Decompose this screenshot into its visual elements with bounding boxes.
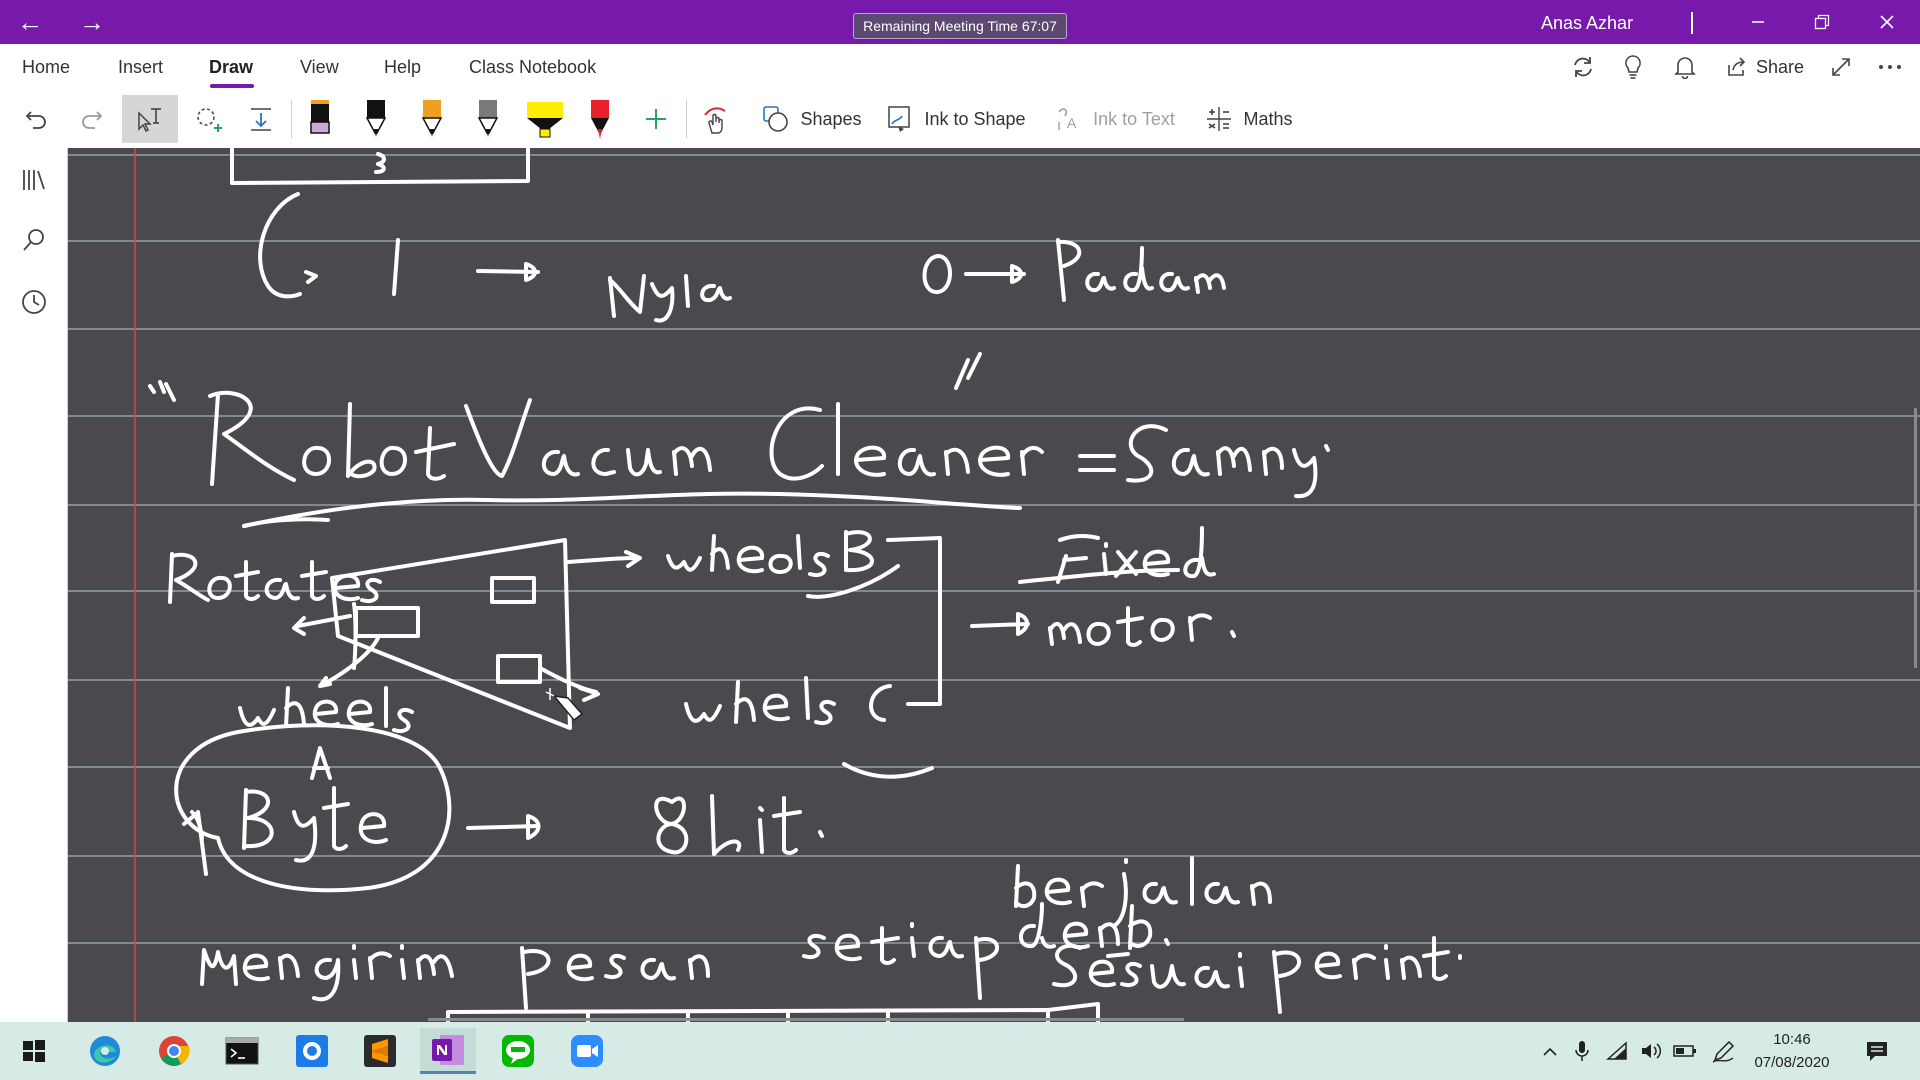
more-options-icon[interactable] [1878, 44, 1910, 90]
notebooks-icon[interactable] [16, 162, 52, 198]
tab-class-notebook[interactable]: Class Notebook [469, 57, 596, 78]
restore-icon[interactable] [1790, 0, 1854, 44]
ink-strokes [148, 148, 1462, 1022]
ink-to-text-button[interactable]: A Ink to Text [1050, 95, 1180, 143]
close-icon[interactable] [1855, 0, 1919, 44]
shapes-label: Shapes [800, 108, 862, 129]
pen-gray[interactable] [470, 95, 506, 143]
tab-insert[interactable]: Insert [118, 57, 163, 78]
horizontal-scrollbar[interactable] [428, 1018, 1184, 1021]
lasso-select-icon[interactable] [188, 95, 228, 143]
minimize-icon[interactable] [1726, 0, 1790, 44]
bell-icon[interactable] [1674, 44, 1704, 90]
user-name[interactable]: Anas Azhar [1541, 13, 1633, 34]
ribbon-tabs: Home Insert Draw View Help Class Noteboo… [0, 44, 1920, 90]
type-select-tool[interactable] [122, 95, 178, 143]
zoom-icon[interactable] [559, 1028, 615, 1074]
note-canvas[interactable] [68, 148, 1920, 1022]
network-icon[interactable] [1604, 1034, 1630, 1068]
pen-workspace-icon[interactable] [1710, 1034, 1738, 1068]
title-separator [1691, 12, 1693, 34]
pen-orange[interactable] [414, 95, 450, 143]
maths-icon [1207, 107, 1232, 131]
action-center-icon[interactable] [1860, 1034, 1894, 1068]
clock-date: 07/08/2020 [1754, 1054, 1830, 1071]
add-pen-icon[interactable] [638, 95, 674, 143]
active-tab-indicator [210, 84, 254, 88]
highlighter-yellow[interactable] [524, 95, 566, 143]
taskbar: 10:46 07/08/2020 [0, 1022, 1920, 1080]
recent-notes-icon[interactable] [16, 284, 52, 320]
expand-icon[interactable] [1830, 44, 1858, 90]
search-icon[interactable] [16, 222, 52, 258]
lightbulb-icon[interactable] [1622, 44, 1652, 90]
meeting-timer-pill: Remaining Meeting Time 67:07 [853, 13, 1067, 39]
vertical-scrollbar[interactable] [1914, 408, 1917, 668]
type-select-icon [138, 108, 161, 133]
tab-draw[interactable]: Draw [209, 57, 253, 78]
pen-black[interactable] [358, 95, 394, 143]
ink-to-text-label: Ink to Text [1093, 108, 1175, 129]
clock-time: 10:46 [1773, 1031, 1811, 1048]
title-bar: ← → Remaining Meeting Time 67:07 Anas Az… [0, 0, 1920, 44]
sublime-text-icon[interactable] [352, 1028, 408, 1074]
toolbar-separator [291, 100, 292, 138]
handwritten-ink-canvas[interactable] [68, 148, 1920, 1022]
draw-with-touch-icon[interactable] [696, 95, 736, 143]
shapes-button[interactable]: Shapes [756, 95, 868, 143]
line-messenger-icon[interactable] [490, 1028, 546, 1074]
windows-start-icon[interactable] [6, 1028, 62, 1074]
tab-help[interactable]: Help [384, 57, 421, 78]
terminal-icon[interactable] [214, 1028, 270, 1074]
tab-home[interactable]: Home [22, 57, 70, 78]
redo-icon[interactable] [72, 95, 112, 143]
toolbar-separator [686, 100, 687, 138]
share-button[interactable]: Share [1726, 44, 1812, 90]
pen-black-lavender[interactable] [302, 95, 338, 143]
screen-recorder-icon[interactable] [284, 1028, 340, 1074]
add-space-icon[interactable] [243, 95, 279, 143]
ink-to-shape-button[interactable]: Ink to Shape [882, 95, 1030, 143]
svg-text:A: A [1067, 115, 1077, 131]
microphone-icon[interactable] [1570, 1034, 1594, 1068]
volume-icon[interactable] [1638, 1034, 1664, 1068]
maths-button[interactable]: Maths [1200, 95, 1298, 143]
battery-icon[interactable] [1672, 1034, 1698, 1068]
share-label: Share [1756, 56, 1805, 77]
ink-to-shape-icon [888, 106, 911, 132]
chrome-icon[interactable] [146, 1028, 202, 1074]
ink-to-text-icon: A [1058, 108, 1077, 131]
back-arrow-icon[interactable]: ← [8, 6, 52, 38]
share-icon [1728, 57, 1746, 76]
maths-label: Maths [1243, 108, 1293, 129]
navigation-sidebar [0, 148, 68, 1022]
onenote-icon[interactable] [420, 1028, 476, 1074]
system-clock[interactable]: 10:46 07/08/2020 [1744, 1028, 1840, 1074]
show-hidden-icons-chevron[interactable] [1538, 1034, 1562, 1068]
shapes-icon [763, 106, 789, 132]
edge-browser-icon[interactable] [77, 1028, 133, 1074]
draw-toolbar: Shapes Ink to Shape A Ink to Text Maths [0, 90, 1920, 148]
sync-icon[interactable] [1570, 44, 1604, 90]
forward-arrow-icon[interactable]: → [70, 6, 114, 38]
undo-icon[interactable] [16, 95, 56, 143]
tab-view[interactable]: View [300, 57, 339, 78]
ink-to-shape-label: Ink to Shape [924, 108, 1026, 129]
pen-cursor-icon [545, 688, 584, 722]
pen-red[interactable] [582, 95, 618, 143]
